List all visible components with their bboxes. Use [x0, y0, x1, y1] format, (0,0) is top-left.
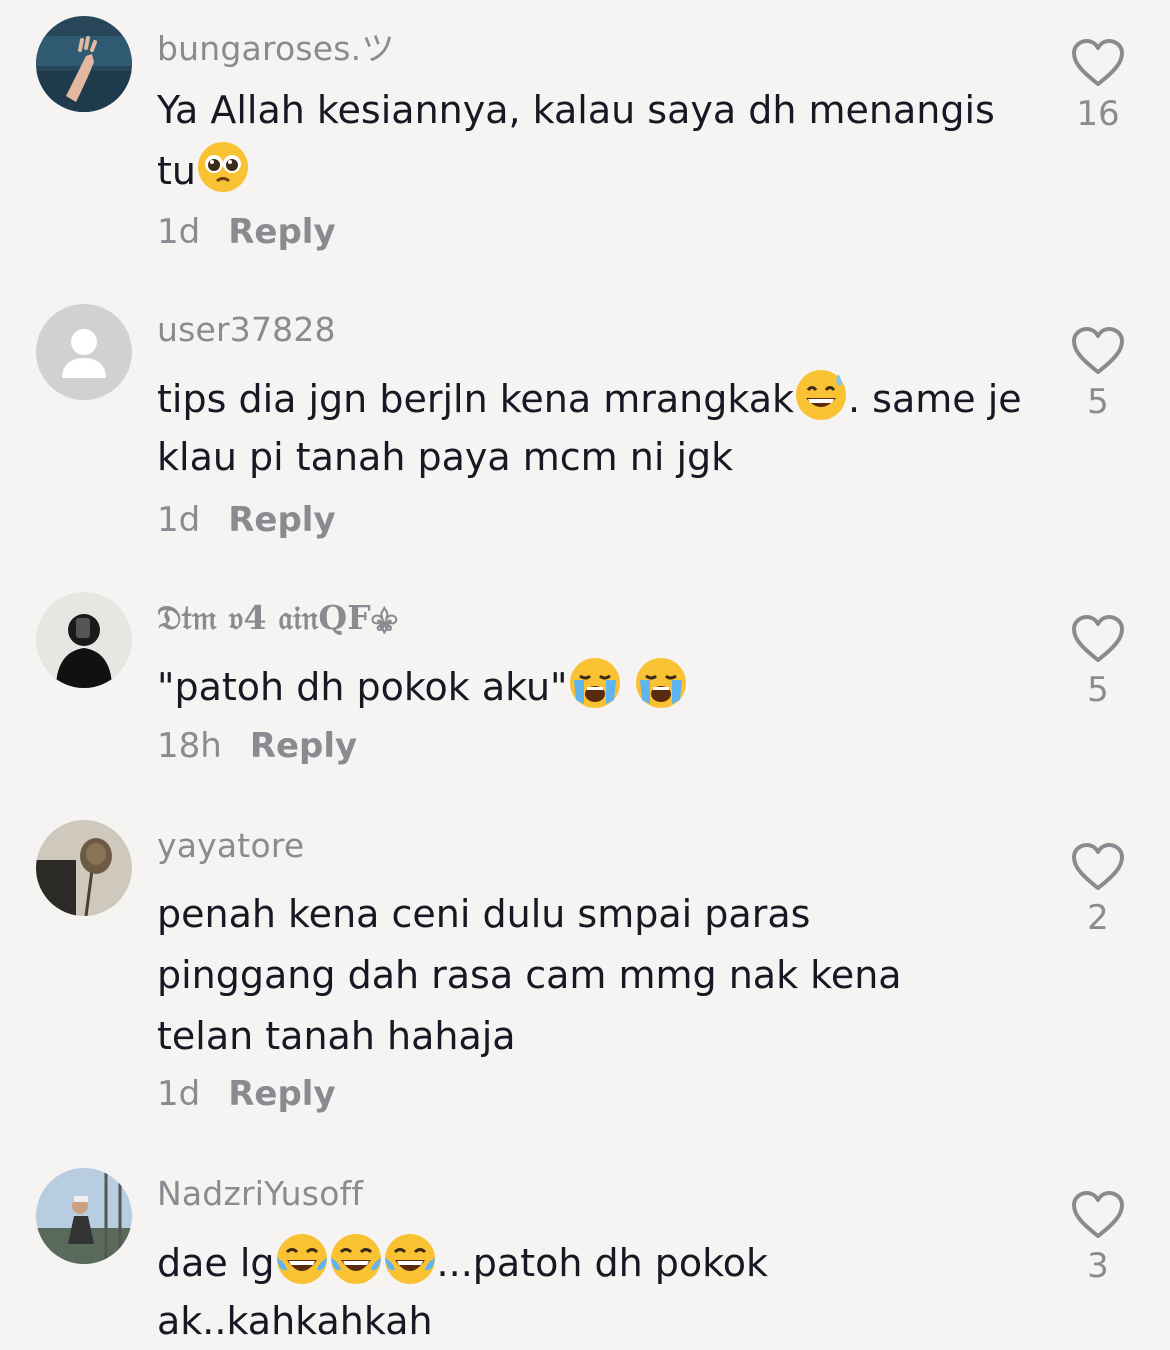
- comment-username[interactable]: bungaroses.ツ: [157, 22, 395, 70]
- like-count: 16: [1076, 94, 1120, 134]
- avatar[interactable]: [36, 16, 132, 112]
- reply-button[interactable]: Reply: [250, 726, 357, 766]
- heart-outline-icon: [1072, 1191, 1124, 1238]
- comment-text-content: "patoh dh pokok aku": [157, 665, 568, 709]
- comment-item: user37828 tips dia jgn berjln kena mrang…: [0, 304, 1170, 564]
- like-count: 2: [1087, 898, 1109, 938]
- comment-time: 1d: [157, 1074, 201, 1114]
- comment-username[interactable]: yayatore: [157, 826, 304, 865]
- comment-username[interactable]: NadzriYusoff: [157, 1174, 363, 1213]
- comment-item: yayatore penah kena ceni dulu smpai para…: [0, 820, 1170, 1140]
- comment-meta: 1d Reply: [157, 212, 336, 252]
- like-button[interactable]: 3: [1062, 1190, 1134, 1286]
- comment-text: penah kena ceni dulu smpai paras pinggan…: [157, 884, 947, 1067]
- comment-text: dae lg ...patoh dh pokok ak..kahkahkah: [157, 1232, 857, 1350]
- heart-outline-icon: [1072, 39, 1124, 86]
- comment-time: 18h: [157, 726, 222, 766]
- loudly-crying-emoji: [634, 656, 688, 710]
- comment-text: Ya Allah kesiannya, kalau saya dh menang…: [157, 80, 1027, 201]
- like-button[interactable]: 5: [1062, 614, 1134, 710]
- heart-outline-icon: [1072, 615, 1124, 662]
- comment-meta: 1d Reply: [157, 500, 336, 540]
- comment-item: 𝔇𝔱𝔪 𝔳4 𝔞𝔦𝔫QF⚜ "patoh dh pokok aku" 18h R…: [0, 592, 1170, 792]
- like-button[interactable]: 5: [1062, 326, 1134, 422]
- comment-text-content: Ya Allah kesiannya, kalau saya dh menang…: [157, 88, 995, 193]
- like-count: 3: [1087, 1246, 1109, 1286]
- comment-time: 1d: [157, 500, 201, 540]
- loudly-crying-emoji: [568, 656, 622, 710]
- comment-text-content: tips dia jgn berjln kena mrangkak: [157, 377, 794, 421]
- comment-text: tips dia jgn berjln kena mrangkak . same…: [157, 368, 1027, 486]
- like-button[interactable]: 2: [1062, 842, 1134, 938]
- heart-outline-icon: [1072, 327, 1124, 374]
- heart-outline-icon: [1072, 843, 1124, 890]
- reply-button[interactable]: Reply: [228, 212, 335, 252]
- comment-text-content: penah kena ceni dulu smpai paras pinggan…: [157, 892, 902, 1058]
- avatar[interactable]: [36, 820, 132, 916]
- avatar[interactable]: [36, 304, 132, 400]
- comment-item: bungaroses.ツ Ya Allah kesiannya, kalau s…: [0, 16, 1170, 276]
- tears-of-joy-emoji: [275, 1232, 329, 1286]
- comment-text: "patoh dh pokok aku": [157, 656, 1027, 717]
- comment-time: 1d: [157, 212, 201, 252]
- grinning-sweat-emoji: [794, 368, 848, 422]
- like-count: 5: [1087, 670, 1109, 710]
- tears-of-joy-emoji: [329, 1232, 383, 1286]
- comment-meta: 1d Reply: [157, 1074, 336, 1114]
- like-button[interactable]: 16: [1062, 38, 1134, 134]
- comment-item: NadzriYusoff dae lg ...patoh dh pokok ak…: [0, 1168, 1170, 1345]
- like-count: 5: [1087, 382, 1109, 422]
- tears-of-joy-emoji: [383, 1232, 437, 1286]
- avatar[interactable]: [36, 1168, 132, 1264]
- pleading-face-emoji: [196, 140, 250, 194]
- comment-username[interactable]: 𝔇𝔱𝔪 𝔳4 𝔞𝔦𝔫QF⚜: [157, 598, 398, 638]
- avatar[interactable]: [36, 592, 132, 688]
- comment-username[interactable]: user37828: [157, 310, 336, 349]
- comment-text-content: dae lg: [157, 1241, 275, 1285]
- reply-button[interactable]: Reply: [228, 1074, 335, 1114]
- reply-button[interactable]: Reply: [228, 500, 335, 540]
- comment-meta: 18h Reply: [157, 726, 357, 766]
